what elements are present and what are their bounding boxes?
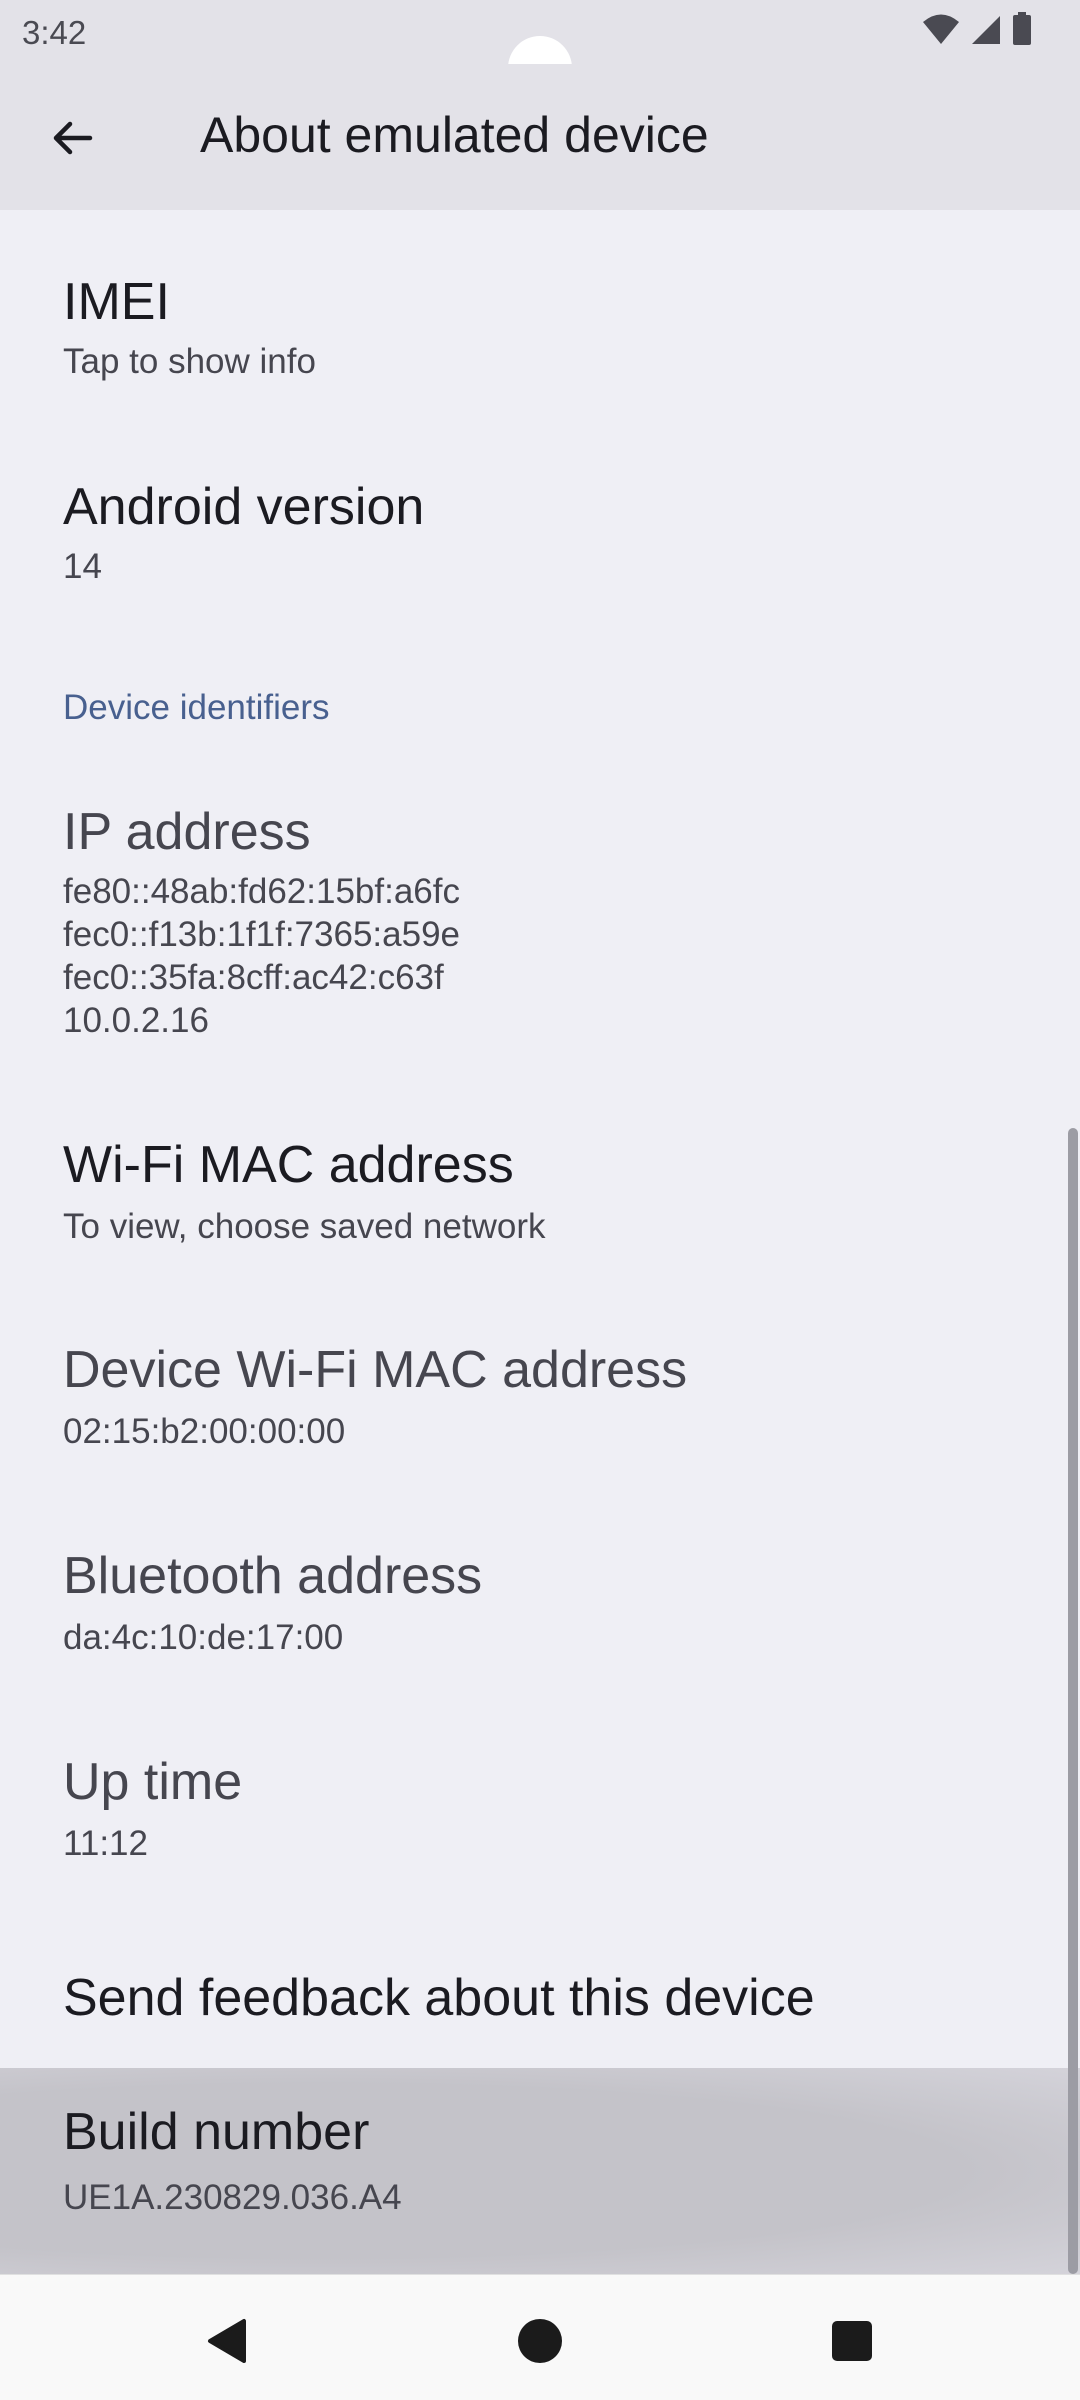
item-summary: To view, choose saved network: [63, 1207, 546, 1246]
item-title: Wi-Fi MAC address: [63, 1136, 514, 1194]
item-title: Build number: [63, 2103, 370, 2161]
item-summary: fe80::48ab:fd62:15bf:a6fc fec0::f13b:1f1…: [63, 872, 460, 1040]
back-button[interactable]: [34, 102, 110, 178]
signal-icon: [970, 13, 1002, 50]
wifi-mac-item[interactable]: Wi-Fi MAC address To view, choose saved …: [0, 1105, 1080, 1275]
item-title: IMEI: [63, 273, 170, 331]
item-summary: Tap to show info: [63, 342, 316, 381]
nav-recents-icon: [830, 2319, 874, 2368]
nav-home-icon: [516, 2317, 564, 2370]
device-wifi-mac-item: Device Wi-Fi MAC address 02:15:b2:00:00:…: [0, 1310, 1080, 1480]
status-icons: [922, 12, 1032, 51]
section-header-device-identifiers: Device identifiers: [63, 688, 330, 727]
item-summary: 02:15:b2:00:00:00: [63, 1412, 346, 1451]
app-bar: About emulated device: [0, 64, 1080, 210]
scrollbar[interactable]: [1068, 1128, 1078, 2274]
item-summary: 11:12: [63, 1824, 148, 1863]
android-version-item[interactable]: Android version 14: [0, 435, 1080, 605]
item-summary: UE1A.230829.036.A4: [63, 2178, 402, 2217]
battery-icon: [1012, 12, 1032, 51]
nav-back-button[interactable]: [188, 2303, 268, 2383]
navigation-bar: [0, 2274, 1080, 2400]
arrow-back-icon: [50, 116, 94, 165]
item-title: Device Wi-Fi MAC address: [63, 1341, 688, 1399]
item-title: Up time: [63, 1753, 243, 1811]
imei-item[interactable]: IMEI Tap to show info: [0, 230, 1080, 400]
item-title: Android version: [63, 478, 425, 536]
up-time-item: Up time 11:12: [0, 1722, 1080, 1892]
wifi-icon: [922, 13, 960, 50]
nav-recents-button[interactable]: [812, 2303, 892, 2383]
item-summary: da:4c:10:de:17:00: [63, 1618, 344, 1657]
item-title: Send feedback about this device: [63, 1969, 815, 2027]
item-title: IP address: [63, 803, 311, 861]
page-title: About emulated device: [200, 107, 709, 163]
ip-address-item: IP address fe80::48ab:fd62:15bf:a6fc fec…: [0, 770, 1080, 1070]
item-summary: 14: [63, 547, 102, 586]
build-number-item[interactable]: Build number UE1A.230829.036.A4: [0, 2068, 1080, 2274]
settings-list: IMEI Tap to show info Android version 14…: [0, 210, 1080, 2274]
bluetooth-address-item: Bluetooth address da:4c:10:de:17:00: [0, 1516, 1080, 1686]
item-title: Bluetooth address: [63, 1547, 483, 1605]
nav-back-icon: [204, 2317, 252, 2370]
send-feedback-item[interactable]: Send feedback about this device: [0, 1930, 1080, 2066]
status-time: 3:42: [22, 14, 87, 51]
nav-home-button[interactable]: [500, 2303, 580, 2383]
